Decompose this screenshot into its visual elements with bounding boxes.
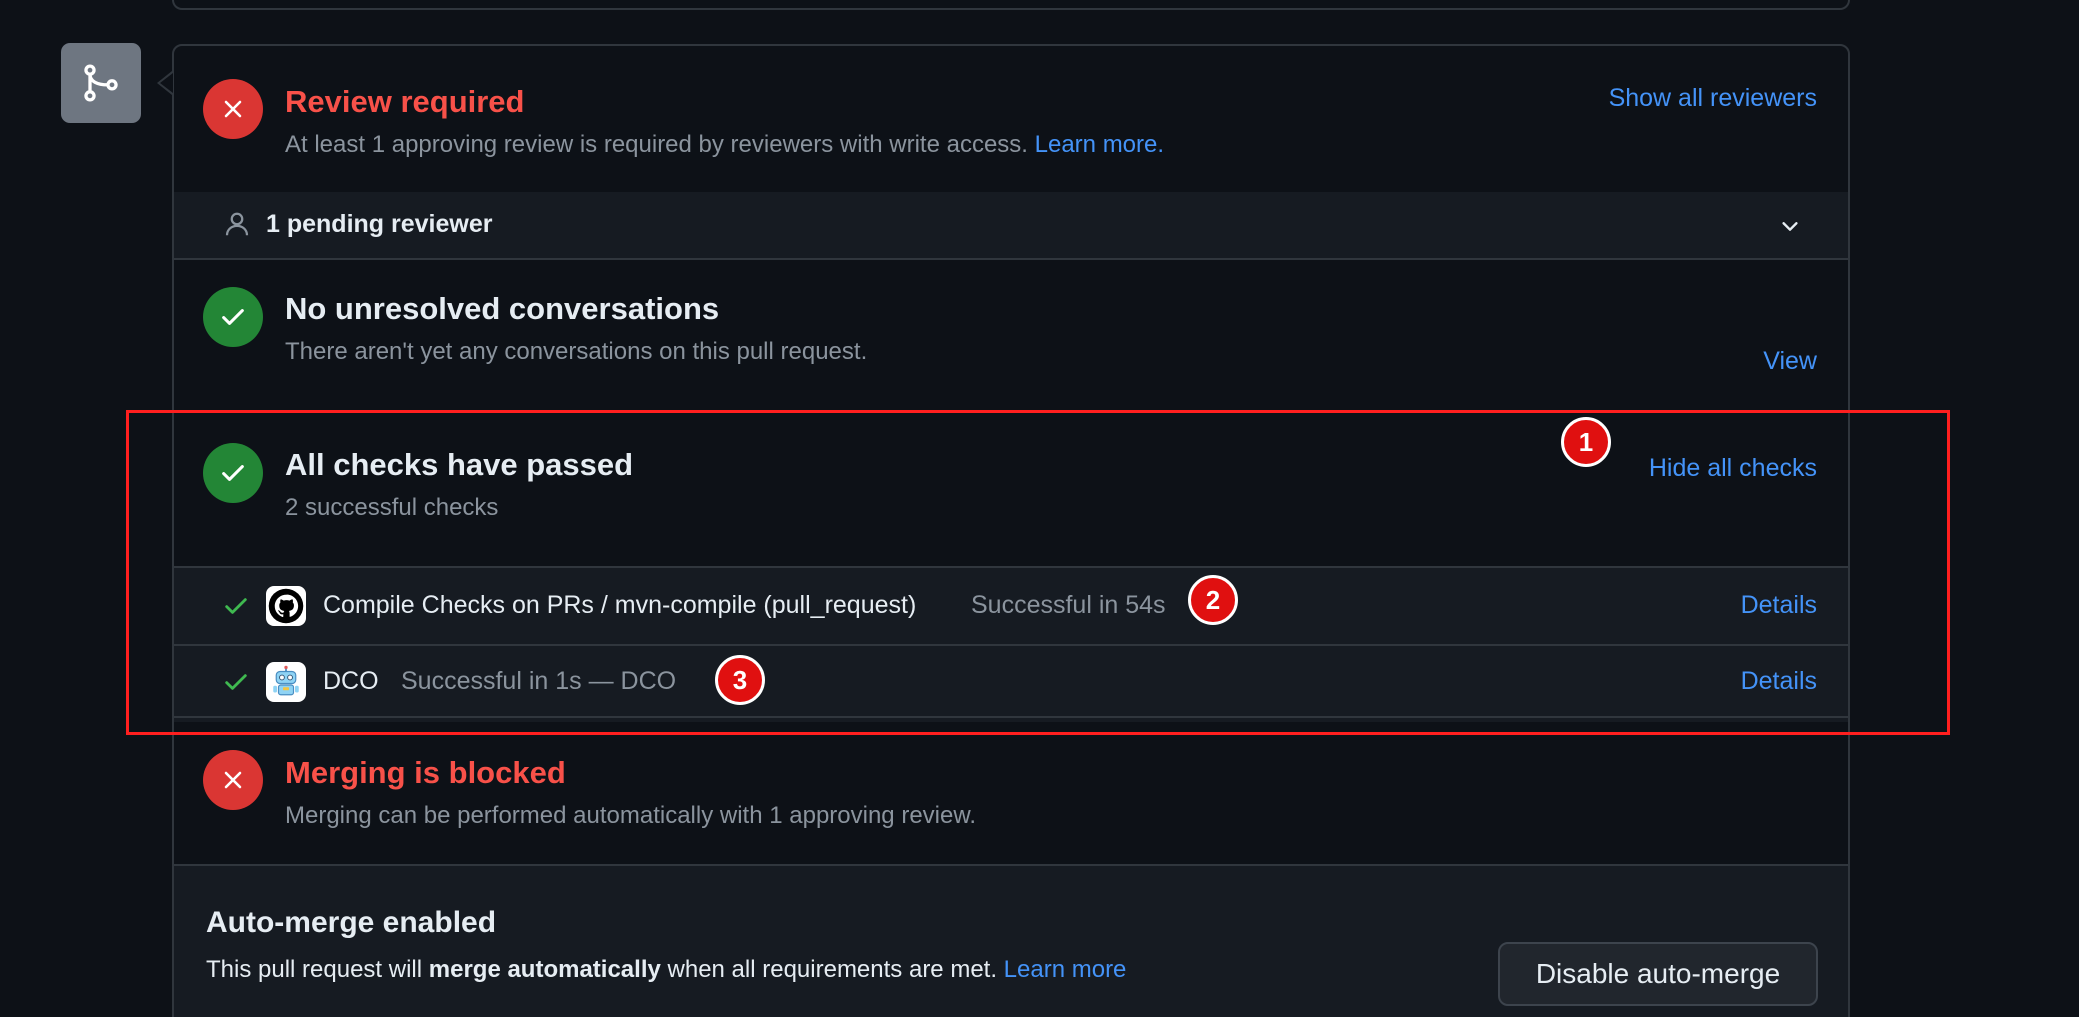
check-run-row: DCO Successful in 1s — DCO Details <box>174 646 1848 722</box>
merge-blocked-title: Merging is blocked <box>285 755 566 790</box>
timeline-caret-fill <box>160 73 173 93</box>
error-status-icon <box>203 750 263 810</box>
conversations-section: No unresolved conversations There aren't… <box>174 260 1848 410</box>
error-status-icon <box>203 79 263 139</box>
review-required-description: At least 1 approving review is required … <box>285 131 1164 159</box>
review-required-section: Review required At least 1 approving rev… <box>174 46 1848 192</box>
pending-reviewer-label: 1 pending reviewer <box>266 210 493 238</box>
annotation-badge: 2 <box>1188 575 1238 625</box>
merge-blocked-description: Merging can be performed automatically w… <box>285 802 977 829</box>
check-name: DCO <box>323 667 379 695</box>
dco-bot-icon <box>266 662 306 702</box>
check-icon <box>225 674 247 690</box>
show-all-reviewers-link[interactable]: Show all reviewers <box>1609 84 1817 113</box>
conversations-description: There aren't yet any conversations on th… <box>285 338 868 365</box>
pending-reviewers-toggle[interactable]: 1 pending reviewer <box>174 192 1848 258</box>
merge-blocked-section: Merging is blocked Merging can be perfor… <box>174 718 1848 866</box>
github-icon <box>266 586 306 626</box>
success-status-icon <box>203 443 263 503</box>
disable-auto-merge-button[interactable]: Disable auto-merge <box>1498 942 1818 1006</box>
check-icon <box>222 309 244 325</box>
check-icon <box>225 598 247 614</box>
previous-timeline-box <box>172 0 1850 10</box>
person-icon <box>225 212 249 236</box>
review-learn-more-link[interactable]: Learn more. <box>1035 131 1164 158</box>
auto-merge-description: This pull request will merge automatical… <box>206 956 1126 984</box>
hide-all-checks-link[interactable]: Hide all checks <box>1649 454 1817 483</box>
view-conversations-link[interactable]: View <box>1763 347 1817 376</box>
auto-merge-desc-pre: This pull request will <box>206 956 429 983</box>
merge-box: Review required At least 1 approving rev… <box>172 44 1850 1017</box>
success-status-icon <box>203 287 263 347</box>
merge-status-avatar <box>61 43 141 123</box>
auto-merge-learn-more-link[interactable]: Learn more <box>1004 956 1127 983</box>
auto-merge-title: Auto-merge enabled <box>206 906 497 939</box>
check-run-row: Compile Checks on PRs / mvn-compile (pul… <box>174 568 1848 644</box>
x-icon <box>224 100 242 118</box>
conversations-title: No unresolved conversations <box>285 291 720 326</box>
auto-merge-desc-bold: merge automatically <box>428 956 661 983</box>
auto-merge-section: Auto-merge enabled This pull request wil… <box>174 866 1848 1017</box>
review-description-text: At least 1 approving review is required … <box>285 131 1028 158</box>
auto-merge-desc-post: when all requirements are met. <box>660 956 998 983</box>
check-details-link[interactable]: Details <box>1741 591 1817 620</box>
chevron-down-icon <box>1782 222 1798 231</box>
git-merge-icon <box>84 64 118 102</box>
x-icon <box>224 771 242 789</box>
check-icon <box>222 465 244 481</box>
review-required-title: Review required <box>285 84 525 119</box>
check-name: Compile Checks on PRs / mvn-compile (pul… <box>323 591 917 619</box>
annotation-badge: 1 <box>1561 417 1611 467</box>
check-status: Successful in 54s <box>971 591 1166 619</box>
checks-title: All checks have passed <box>285 447 634 482</box>
check-status: Successful in 1s — DCO <box>401 667 677 695</box>
checks-description: 2 successful checks <box>285 494 499 521</box>
check-details-link[interactable]: Details <box>1741 667 1817 696</box>
annotation-badge: 3 <box>715 655 765 705</box>
